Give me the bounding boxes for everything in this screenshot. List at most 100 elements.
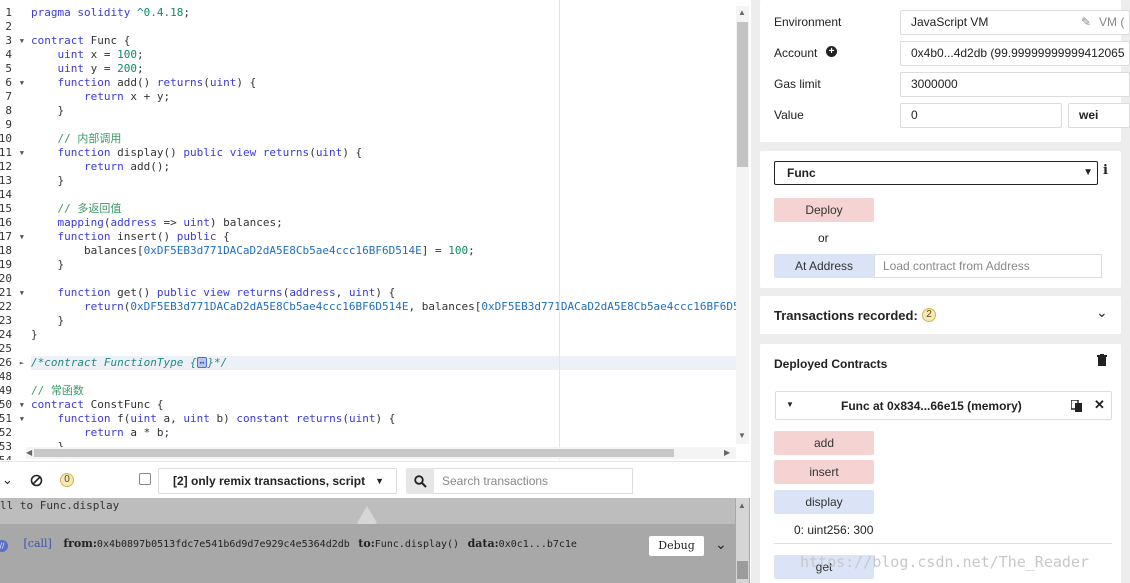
- load-address-input[interactable]: Load contract from Address: [874, 254, 1102, 278]
- line-number: 7: [0, 90, 26, 104]
- code-area[interactable]: pragma solidity ^0.4.18; contract Func { …: [31, 6, 737, 460]
- value-unit-select[interactable]: wei: [1068, 103, 1130, 128]
- terminal-output: ll to Func.display // [call] from:0x4b08…: [0, 498, 750, 583]
- terminal-log-entry[interactable]: // [call] from:0x4b0897b0513fdc7e541b6d9…: [0, 524, 735, 564]
- copy-icon[interactable]: [1071, 400, 1083, 412]
- line-number-text: 6: [5, 76, 12, 89]
- chevron-down-icon[interactable]: ⌄: [2, 472, 13, 488]
- debug-button[interactable]: Debug: [649, 536, 704, 556]
- scrollbar-thumb[interactable]: [737, 561, 748, 579]
- value-input[interactable]: 0: [900, 103, 1062, 128]
- scroll-up-icon[interactable]: ▲: [738, 501, 746, 510]
- contract-instance-header[interactable]: ▼ Func at 0x834...66e15 (memory) ✕: [775, 391, 1112, 420]
- line-number-text: 16: [0, 216, 12, 229]
- contract-select[interactable]: Func ▼: [774, 161, 1098, 185]
- terminal-toolbar: ⌄ 0 [2] only remix transactions, script …: [0, 461, 750, 498]
- line-number: 9: [0, 118, 26, 132]
- code-line: }: [31, 314, 65, 327]
- info-icon[interactable]: i: [1103, 163, 1108, 178]
- line-number: 52: [0, 426, 26, 440]
- deploy-button[interactable]: Deploy: [774, 198, 874, 222]
- code-line: function insert() public {: [57, 230, 230, 243]
- terminal-scrollbar[interactable]: ▲: [736, 498, 749, 583]
- line-number-text: 14: [0, 188, 12, 201]
- editor-vertical-scrollbar[interactable]: ▲ ▼: [736, 6, 749, 444]
- line-number-text: 49: [0, 384, 12, 397]
- chevron-down-icon[interactable]: ⌄: [715, 536, 727, 553]
- clear-console-icon[interactable]: [30, 474, 43, 487]
- fold-toggle-icon[interactable]: ▼: [20, 398, 24, 412]
- caret-down-icon[interactable]: ▼: [786, 400, 794, 409]
- add-account-icon[interactable]: +: [826, 46, 837, 57]
- at-address-button[interactable]: At Address: [774, 254, 874, 278]
- run-settings-card: Environment JavaScript VM ✎ VM ( Account…: [760, 0, 1130, 142]
- code-line: mapping(address => uint) balances;: [57, 216, 283, 229]
- code-line: pragma solidity ^0.4.18;: [31, 6, 190, 19]
- code-line: }: [31, 258, 65, 271]
- display-function-button[interactable]: display: [774, 490, 874, 514]
- trash-icon[interactable]: [1097, 354, 1107, 366]
- line-number-text: 7: [5, 90, 12, 103]
- transaction-filter-dropdown[interactable]: [2] only remix transactions, script ▼: [158, 468, 397, 494]
- line-number: 53: [0, 440, 26, 454]
- code-line: balances[0xDF5EB3d771DACaD2dA5E8Cb5ae4cc…: [31, 244, 475, 257]
- add-function-button[interactable]: add: [774, 431, 874, 455]
- line-number-text: 19: [0, 258, 12, 271]
- run-panel: Environment JavaScript VM ✎ VM ( Account…: [751, 0, 1130, 583]
- search-button[interactable]: [406, 468, 434, 494]
- editor-horizontal-scrollbar[interactable]: ◀ ▶: [26, 447, 736, 459]
- code-editor[interactable]: 1 2 3 ▼ 4 5 6 ▼ 7 8 9 10 11 ▼ 12 13 14 15 16 17 ▼ 18 19 20 21 ▼ 22…: [0, 0, 750, 460]
- scrollbar-thumb[interactable]: [737, 22, 748, 167]
- fold-toggle-icon[interactable]: ►: [20, 356, 24, 370]
- environment-select[interactable]: JavaScript VM ✎ VM (: [900, 10, 1130, 35]
- line-number-text: 51: [0, 412, 12, 425]
- code-line: return x + y;: [83, 90, 171, 103]
- line-number-text: 12: [0, 160, 12, 173]
- close-icon[interactable]: ✕: [1094, 397, 1105, 413]
- scroll-down-icon[interactable]: ▼: [738, 431, 746, 440]
- scrollbar-thumb[interactable]: [34, 449, 674, 457]
- scroll-up-icon[interactable]: ▲: [738, 8, 746, 17]
- code-line: function get() public view returns(addre…: [57, 286, 396, 299]
- fold-toggle-icon[interactable]: ▼: [20, 146, 24, 160]
- search-transactions-input[interactable]: Search transactions: [434, 468, 633, 494]
- listen-network-checkbox[interactable]: [139, 473, 151, 485]
- fold-toggle-icon[interactable]: ▼: [20, 412, 24, 426]
- scroll-right-icon[interactable]: ▶: [724, 448, 730, 457]
- fold-toggle-icon[interactable]: ▼: [20, 34, 24, 48]
- fold-toggle-icon[interactable]: ▼: [20, 230, 24, 244]
- line-number: 10: [0, 132, 26, 146]
- account-select[interactable]: 0x4b0...4d2db (99.99999999999412065: [900, 41, 1130, 66]
- line-number-gutter: 1 2 3 ▼ 4 5 6 ▼ 7 8 9 10 11 ▼ 12 13 14 15 16 17 ▼ 18 19 20 21 ▼ 22…: [0, 6, 26, 460]
- code-line: function add() returns(uint) {: [57, 76, 257, 89]
- account-value: 0x4b0...4d2db (99.99999999999412065: [911, 46, 1125, 60]
- code-line: // 多返回值: [57, 202, 122, 215]
- code-line: // 内部调用: [57, 132, 122, 145]
- environment-suffix: VM (: [1099, 15, 1125, 29]
- to-label: to:: [358, 537, 375, 550]
- code-line: return a * b;: [83, 426, 171, 439]
- line-number: 19: [0, 258, 26, 272]
- chevron-down-icon[interactable]: ⌄: [1096, 304, 1108, 321]
- fold-toggle-icon[interactable]: ▼: [20, 76, 24, 90]
- line-number: 49: [0, 384, 26, 398]
- line-number: 16: [0, 216, 26, 230]
- gas-limit-input[interactable]: 3000000: [900, 72, 1130, 97]
- line-number-text: 4: [5, 48, 12, 61]
- insert-function-button[interactable]: insert: [774, 460, 874, 484]
- watermark-text: https://blog.csdn.net/The_Reader: [800, 553, 1089, 571]
- transactions-recorded-card[interactable]: Transactions recorded: 2 ⌄: [760, 296, 1121, 334]
- line-number-text: 10: [0, 132, 12, 145]
- line-number-text: 24: [0, 328, 12, 341]
- fold-toggle-icon[interactable]: ▼: [20, 286, 24, 300]
- line-number: 23: [0, 314, 26, 328]
- terminal-partial-text: ll to Func.display: [0, 499, 120, 512]
- contract-select-value: Func: [787, 166, 816, 180]
- scroll-left-icon[interactable]: ◀: [26, 448, 32, 457]
- line-number-text: 53: [0, 440, 12, 453]
- line-number: 5: [0, 62, 26, 76]
